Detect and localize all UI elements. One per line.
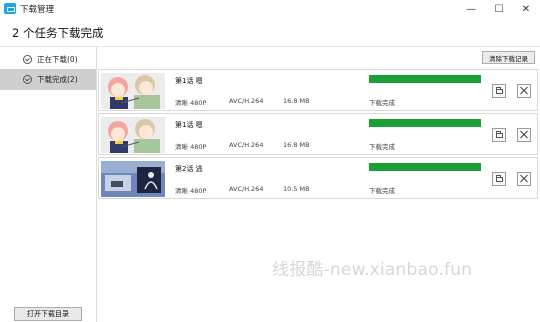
- clear-history-button[interactable]: 清除下载记录: [482, 51, 535, 64]
- window-title: 下载管理: [20, 5, 55, 15]
- delete-task-button[interactable]: [517, 84, 531, 98]
- task-size: 10.5 MB: [283, 185, 310, 193]
- folder-icon: [496, 87, 503, 94]
- close-window-button[interactable]: ✕: [511, 0, 540, 18]
- open-download-folder-button[interactable]: 打开下载目录: [14, 307, 82, 321]
- task-size: 16.8 MB: [283, 141, 310, 149]
- download-row[interactable]: 第2话 逃 清晰 480P AVC/H.264 10.5 MB 下载完成: [98, 157, 538, 199]
- folder-icon: [496, 175, 503, 182]
- minimize-button[interactable]: —: [456, 0, 486, 18]
- download-row[interactable]: 第1话 嗯 清晰 480P AVC/H.264 16.8 MB 下载完成: [98, 113, 538, 155]
- progress-fill: [369, 75, 481, 83]
- open-folder-button[interactable]: [492, 84, 506, 98]
- delete-task-button[interactable]: [517, 128, 531, 142]
- open-folder-button[interactable]: [492, 172, 506, 186]
- folder-icon: [496, 131, 503, 138]
- task-title: 第2话 逃: [175, 165, 203, 173]
- minimize-icon: —: [466, 3, 476, 15]
- page-title: 2 个任务下载完成: [12, 26, 104, 40]
- progress-fill: [369, 119, 481, 127]
- maximize-button[interactable]: ☐: [484, 0, 514, 18]
- task-quality: 清晰 480P: [175, 99, 207, 107]
- task-quality: 清晰 480P: [175, 187, 207, 195]
- maximize-icon: ☐: [494, 3, 504, 15]
- download-row[interactable]: 第1话 嗯 清晰 480P AVC/H.264 16.8 MB 下载完成: [98, 69, 538, 111]
- task-title: 第1话 嗯: [175, 77, 203, 85]
- title-bar: 下载管理 — ☐ ✕: [0, 0, 540, 18]
- sidebar-item-downloading[interactable]: 正在下载(0): [0, 49, 96, 70]
- open-folder-button[interactable]: [492, 128, 506, 142]
- task-status: 下载完成: [369, 143, 395, 151]
- progress-bar: [369, 75, 481, 83]
- sidebar-item-completed[interactable]: 下载完成(2): [0, 69, 96, 90]
- anime-girls-thumbnail: [101, 117, 165, 153]
- progress-bar: [369, 163, 481, 171]
- task-status: 下载完成: [369, 187, 395, 195]
- progress-fill: [369, 163, 481, 171]
- sidebar-item-label: 正在下载(0): [37, 55, 78, 64]
- watermark: 线报酷-new.xianbao.fun: [272, 260, 473, 280]
- task-status: 下载完成: [369, 99, 395, 107]
- task-title: 第1话 嗯: [175, 121, 203, 129]
- app-tv-icon: [4, 3, 16, 14]
- close-icon: ✕: [521, 3, 531, 15]
- close-icon: [518, 129, 530, 141]
- task-codec: AVC/H.264: [229, 185, 264, 193]
- sidebar-item-label: 下载完成(2): [37, 75, 78, 84]
- sidebar: 正在下载(0) 下载完成(2) 打开下载目录: [0, 47, 97, 322]
- close-icon: [518, 173, 530, 185]
- anime-cat-thumbnail: [101, 161, 165, 197]
- progress-bar: [369, 119, 481, 127]
- check-circle-icon: [23, 55, 32, 64]
- check-circle-icon: [23, 75, 32, 84]
- task-codec: AVC/H.264: [229, 141, 264, 149]
- anime-girls-thumbnail: [101, 73, 165, 109]
- task-quality: 清晰 480P: [175, 143, 207, 151]
- delete-task-button[interactable]: [517, 172, 531, 186]
- task-codec: AVC/H.264: [229, 97, 264, 105]
- close-icon: [518, 85, 530, 97]
- task-size: 16.8 MB: [283, 97, 310, 105]
